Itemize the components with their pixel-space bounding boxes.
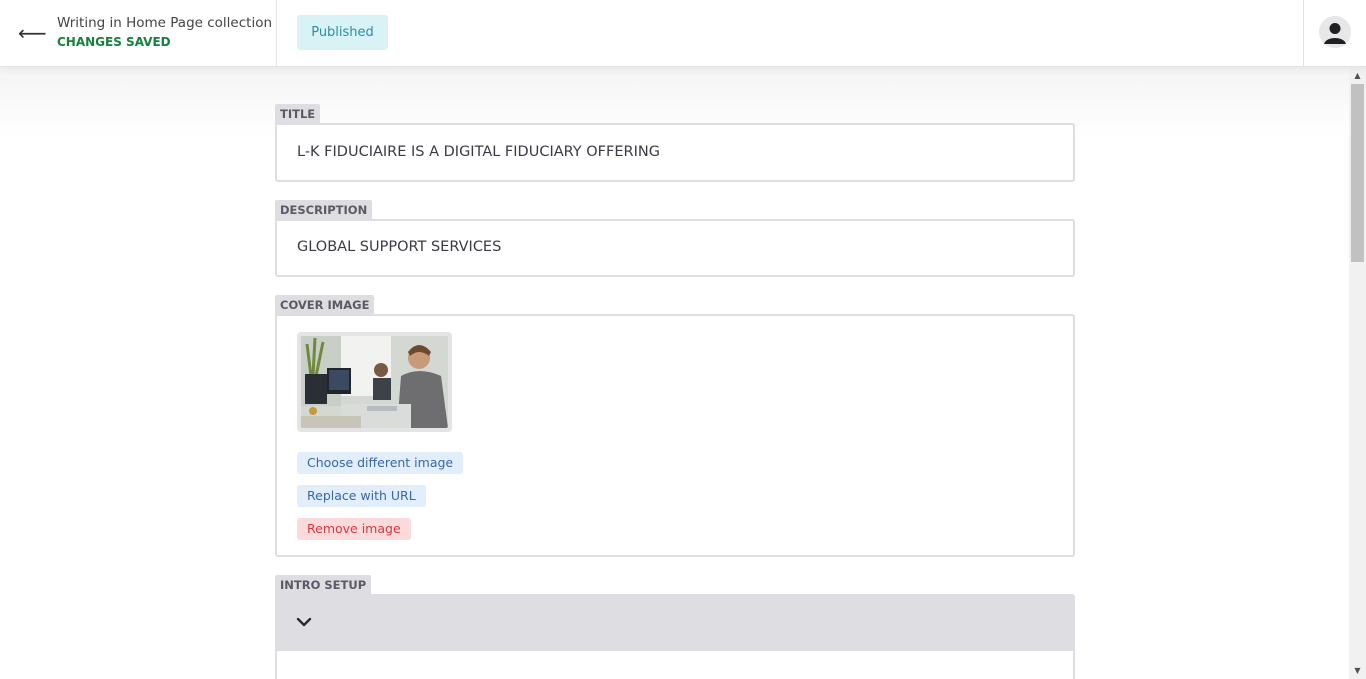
intro-setup-label: INTRO SETUP [275, 575, 372, 595]
description-value[interactable]: GLOBAL SUPPORT SERVICES [297, 239, 501, 255]
save-status: CHANGES SAVED [57, 35, 171, 49]
scrollbar-thumb[interactable] [1351, 84, 1364, 262]
header-text: Writing in Home Page collection CHANGES … [57, 15, 272, 49]
title-field[interactable]: L-K FIDUCIAIRE IS A DIGITAL FIDUCIARY OF… [275, 123, 1075, 182]
description-label: DESCRIPTION [275, 200, 373, 220]
collection-title: Writing in Home Page collection [57, 15, 273, 31]
scroll-down-arrow-icon[interactable]: ▼ [1349, 662, 1366, 679]
description-field[interactable]: GLOBAL SUPPORT SERVICES [275, 219, 1075, 277]
intro-setup-body [275, 651, 1075, 679]
choose-different-image-button[interactable]: Choose different image [297, 452, 464, 474]
editor-content: TITLE L-K FIDUCIAIRE IS A DIGITAL FIDUCI… [0, 67, 1349, 679]
cover-image-label: COVER IMAGE [275, 295, 375, 315]
user-avatar-icon[interactable] [1319, 16, 1351, 48]
scroll-up-arrow-icon[interactable]: ▲ [1349, 67, 1366, 84]
back-arrow-icon[interactable]: ⟵ [18, 20, 47, 46]
header-divider [1303, 0, 1304, 67]
cover-image-thumbnail [297, 332, 452, 432]
remove-image-button[interactable]: Remove image [297, 518, 411, 540]
cover-image-field: Choose different image Replace with URL … [275, 314, 1075, 557]
chevron-down-icon[interactable] [294, 612, 314, 632]
replace-with-url-button[interactable]: Replace with URL [297, 485, 426, 507]
title-label: TITLE [275, 104, 321, 124]
title-value[interactable]: L-K FIDUCIAIRE IS A DIGITAL FIDUCIARY OF… [297, 144, 660, 160]
intro-setup-header[interactable] [275, 594, 1075, 651]
editor-header: ⟵ Writing in Home Page collection CHANGE… [0, 0, 1366, 67]
vertical-scrollbar[interactable]: ▲ ▼ [1349, 67, 1366, 679]
header-divider [276, 0, 277, 67]
published-status-button[interactable]: Published [297, 15, 388, 50]
